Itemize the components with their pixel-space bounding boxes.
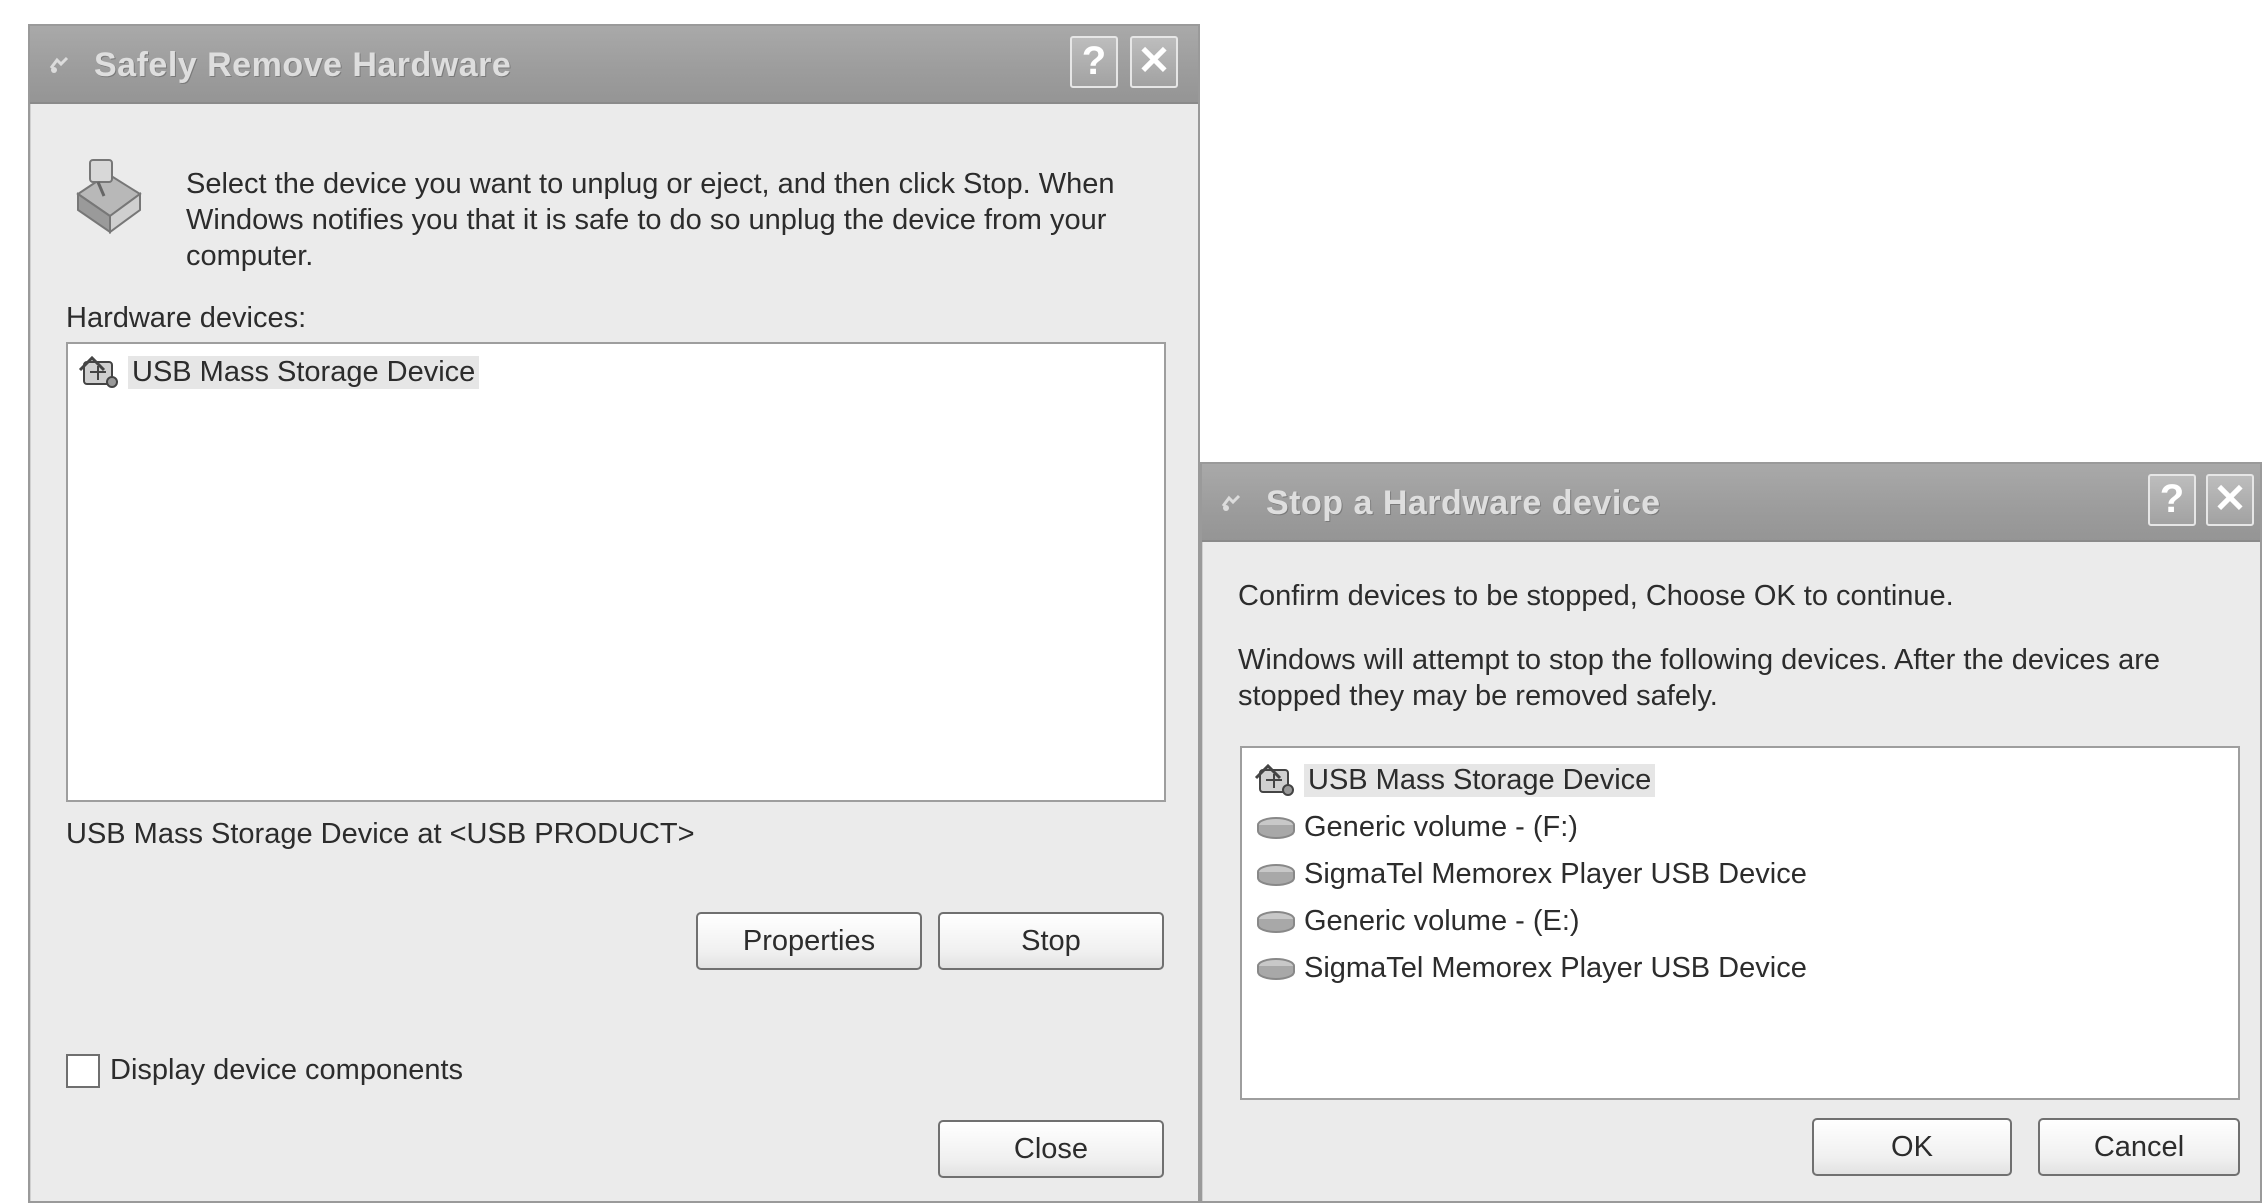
list-item[interactable]: Generic volume - (E:): [1254, 899, 1580, 943]
list-item-label: Generic volume - (F:): [1304, 810, 1578, 843]
list-item-label: USB Mass Storage Device: [1304, 763, 1656, 797]
usb-device-icon: [1254, 763, 1294, 796]
close-button[interactable]: Close: [938, 1120, 1164, 1178]
list-item-label: SigmaTel Memorex Player USB Device: [1304, 951, 1807, 984]
dialog-title: Stop a Hardware device: [1266, 484, 1661, 522]
list-item[interactable]: SigmaTel Memorex Player USB Device: [1254, 946, 1807, 990]
list-item[interactable]: Generic volume - (F:): [1254, 805, 1578, 849]
drive-icon: [1257, 958, 1295, 980]
drive-icon: [1257, 817, 1295, 839]
info-line-2: stopped they may be removed safely.: [1238, 680, 1718, 712]
confirm-text: Confirm devices to be stopped, Choose OK…: [1238, 580, 1954, 612]
stop-button[interactable]: Stop: [938, 912, 1164, 970]
display-components-label: Display device components: [110, 1054, 464, 1086]
drive-icon: [1257, 864, 1295, 886]
hardware-icon: [1221, 494, 1241, 511]
close-x-button[interactable]: ✕: [1130, 36, 1178, 88]
properties-button[interactable]: Properties: [696, 912, 922, 970]
devices-to-stop-list[interactable]: USB Mass Storage Device Generic volume -…: [1240, 746, 2240, 1100]
cancel-button[interactable]: Cancel: [2038, 1118, 2240, 1176]
safely-remove-hardware-dialog: Safely Remove Hardware ? ✕ Select the de…: [28, 24, 1200, 1203]
close-x-button[interactable]: ✕: [2206, 474, 2254, 526]
list-item[interactable]: USB Mass Storage Device: [1254, 758, 1656, 802]
hardware-icon: [49, 56, 69, 73]
list-item-label: SigmaTel Memorex Player USB Device: [1304, 857, 1807, 890]
drive-icon: [1257, 911, 1295, 933]
ok-button[interactable]: OK: [1812, 1118, 2012, 1176]
instructions-line-1: Select the device you want to unplug or …: [186, 168, 1115, 200]
help-button[interactable]: ?: [2148, 474, 2196, 526]
info-line-1: Windows will attempt to stop the followi…: [1238, 644, 2160, 676]
dialog-title: Safely Remove Hardware: [94, 46, 512, 84]
list-item[interactable]: USB Mass Storage Device: [78, 350, 480, 394]
hardware-devices-label: Hardware devices:: [66, 302, 307, 334]
list-item-label: Generic volume - (E:): [1304, 904, 1580, 937]
titlebar[interactable]: Safely Remove Hardware ? ✕: [30, 26, 1198, 104]
display-components-checkbox[interactable]: [66, 1054, 100, 1088]
help-button[interactable]: ?: [1070, 36, 1118, 88]
device-status-text: USB Mass Storage Device at <USB PRODUCT>: [66, 818, 695, 850]
titlebar[interactable]: Stop a Hardware device ? ✕: [1202, 464, 2260, 542]
safely-remove-hardware-icon: [76, 159, 142, 234]
list-item[interactable]: SigmaTel Memorex Player USB Device: [1254, 852, 1807, 896]
usb-device-icon: [78, 355, 118, 388]
stop-hardware-device-dialog: Stop a Hardware device ? ✕ Confirm devic…: [1200, 462, 2262, 1203]
instructions-line-3: computer.: [186, 240, 314, 272]
list-item-label: USB Mass Storage Device: [128, 355, 480, 389]
instructions-line-2: Windows notifies you that it is safe to …: [186, 204, 1107, 236]
hardware-devices-list[interactable]: USB Mass Storage Device: [66, 342, 1166, 802]
